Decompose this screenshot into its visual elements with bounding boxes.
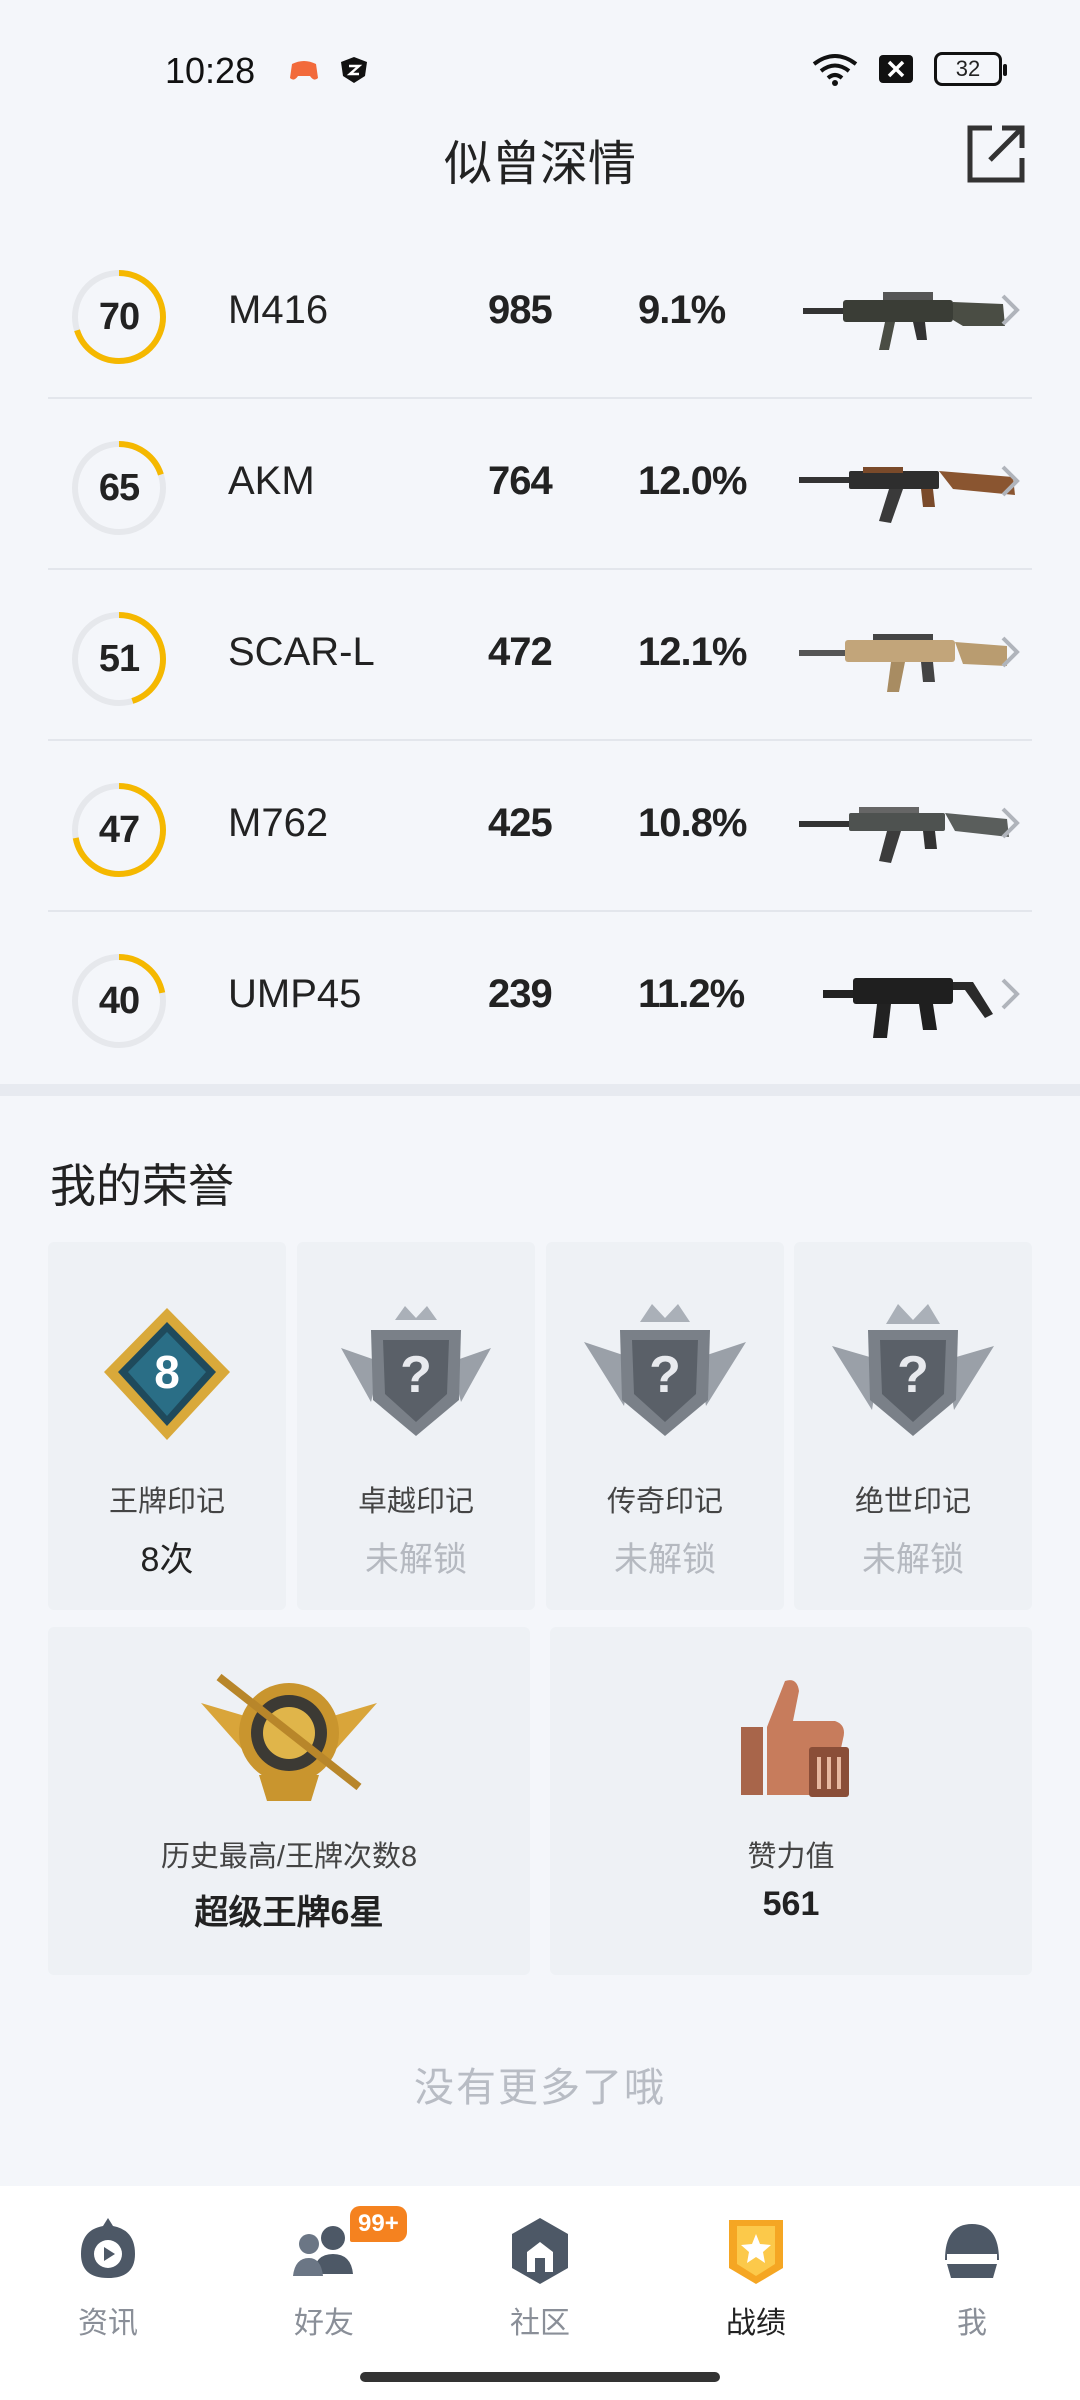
home-indicator[interactable] [360,2372,720,2382]
medal-value: 8次 [140,1541,194,1579]
nav-label: 社区 [510,2307,570,2340]
medal-value: 未解锁 [365,1541,467,1579]
nav-record[interactable]: 战绩 [686,2216,826,2356]
locked-medal-icon: ? [832,1304,994,1436]
honor-section-title: 我的荣誉 [50,1160,234,1212]
medal-name: 卓越印记 [357,1486,474,1518]
thumbs-up-icon [741,1680,849,1797]
weapon-headshot-rate: 11.2% [638,972,745,1016]
weapon-name: M416 [228,288,329,332]
nav-label: 资讯 [78,2307,138,2340]
bottom-nav: 资讯 99+ 好友 社区 战绩 我 [0,2186,1080,2400]
weapon-kill-count: 985 [488,288,553,332]
weapon-name: SCAR-L [228,630,375,674]
page: 10:28 32 似曾深情 70 M416 985 9.1% 65 AKM 76… [0,0,1080,2400]
chevron-right-icon [1001,978,1020,1010]
medal-card-excellence[interactable]: ? 卓越印记 未解锁 [297,1242,535,1610]
likes-value: 561 [762,1885,820,1923]
weapon-headshot-rate: 12.0% [638,459,747,503]
nav-news[interactable]: 资讯 [38,2216,178,2356]
m416-rifle-icon [803,292,1005,350]
nav-community[interactable]: 社区 [470,2216,610,2356]
weapon-row[interactable]: 47 M762 425 10.8% [48,741,1032,912]
battery-level: 32 [955,56,981,81]
proficiency-score: 51 [98,637,140,680]
weapon-row[interactable]: 51 SCAR-L 472 12.1% [48,570,1032,741]
ump45-smg-icon [823,978,993,1038]
chevron-right-icon [1001,636,1020,668]
proficiency-score: 65 [98,466,140,509]
highest-rank-value: 超级王牌6星 [194,1894,384,1932]
nav-me[interactable]: 我 [902,2216,1042,2356]
community-icon [512,2218,568,2284]
svg-text:?: ? [649,1346,681,1404]
status-right: 32 [812,52,1007,86]
weapon-kill-count: 764 [488,459,553,503]
likes-label: 赞力值 [747,1841,835,1873]
section-divider [0,1084,1080,1096]
weapon-name: AKM [228,459,315,503]
highest-rank-card[interactable]: 历史最高/王牌次数8 超级王牌6星 [48,1627,530,1975]
medal-name: 传奇印记 [606,1486,723,1518]
locked-medal-icon: ? [584,1304,746,1436]
page-title: 似曾深情 [443,138,636,191]
weapon-kill-count: 425 [488,801,553,845]
super-ace-rank-icon [201,1673,377,1801]
weapon-kill-count: 239 [488,972,553,1016]
nav-label: 战绩 [726,2307,786,2340]
weapon-row[interactable]: 40 UMP45 239 11.2% [48,912,1032,1083]
wifi-icon [812,54,858,86]
weapon-headshot-rate: 10.8% [638,801,747,845]
medal-value: 未解锁 [862,1541,964,1579]
proficiency-score: 47 [98,808,140,851]
friends-notification-badge: 99+ [350,2206,407,2242]
shield-app-icon [341,57,367,83]
weapon-row[interactable]: 65 AKM 764 12.0% [48,399,1032,570]
weapon-row[interactable]: 70 M416 985 9.1% [48,228,1032,399]
m762-rifle-icon [799,807,1009,863]
ace-mark-number: 8 [154,1346,180,1398]
nav-friends[interactable]: 99+ 好友 [254,2206,407,2356]
chevron-right-icon [1001,465,1020,497]
proficiency-score: 70 [98,295,140,338]
likes-card[interactable]: 赞力值 561 [550,1627,1032,1975]
nav-label: 好友 [294,2307,354,2340]
nav-label: 我 [957,2307,987,2340]
helmet-icon [945,2224,999,2278]
battery-indicator: 32 [934,52,1007,86]
ace-mark-icon: 8 [104,1308,230,1440]
locked-medal-icon: ? [341,1306,491,1436]
weapon-kill-count: 472 [488,630,553,674]
chevron-right-icon [1001,294,1020,326]
svg-text:?: ? [400,1346,432,1404]
news-play-icon [81,2218,135,2278]
weapon-name: UMP45 [228,972,362,1016]
medal-card-ace[interactable]: 8 王牌印记 8次 [48,1242,286,1610]
medal-name: 王牌印记 [108,1486,225,1518]
friends-icon [293,2226,353,2276]
scar-l-rifle-icon [799,634,1007,692]
record-trophy-icon [729,2220,783,2284]
chevron-right-icon [1001,807,1020,839]
share-icon[interactable] [964,122,1028,186]
medal-value: 未解锁 [614,1541,716,1579]
weapon-headshot-rate: 9.1% [638,288,726,332]
akm-rifle-icon [799,467,1015,523]
status-time: 10:28 [165,50,256,91]
highest-rank-label: 历史最高/王牌次数8 [160,1841,418,1873]
status-bar: 10:28 32 [0,0,1080,120]
medal-card-legend[interactable]: ? 传奇印记 未解锁 [546,1242,784,1610]
medal-name: 绝世印记 [854,1486,971,1518]
weapon-name: M762 [228,801,329,845]
weapon-list: 70 M416 985 9.1% 65 AKM 764 12.0% 51 SCA… [0,228,1080,1084]
end-of-list-text: 没有更多了哦 [414,2066,666,2110]
proficiency-score: 40 [98,979,140,1022]
medal-card-peerless[interactable]: ? 绝世印记 未解锁 [794,1242,1032,1610]
svg-text:?: ? [897,1346,929,1404]
sim-blocked-icon [879,55,913,83]
weapon-headshot-rate: 12.1% [638,630,747,674]
game-app-icon [290,61,318,80]
